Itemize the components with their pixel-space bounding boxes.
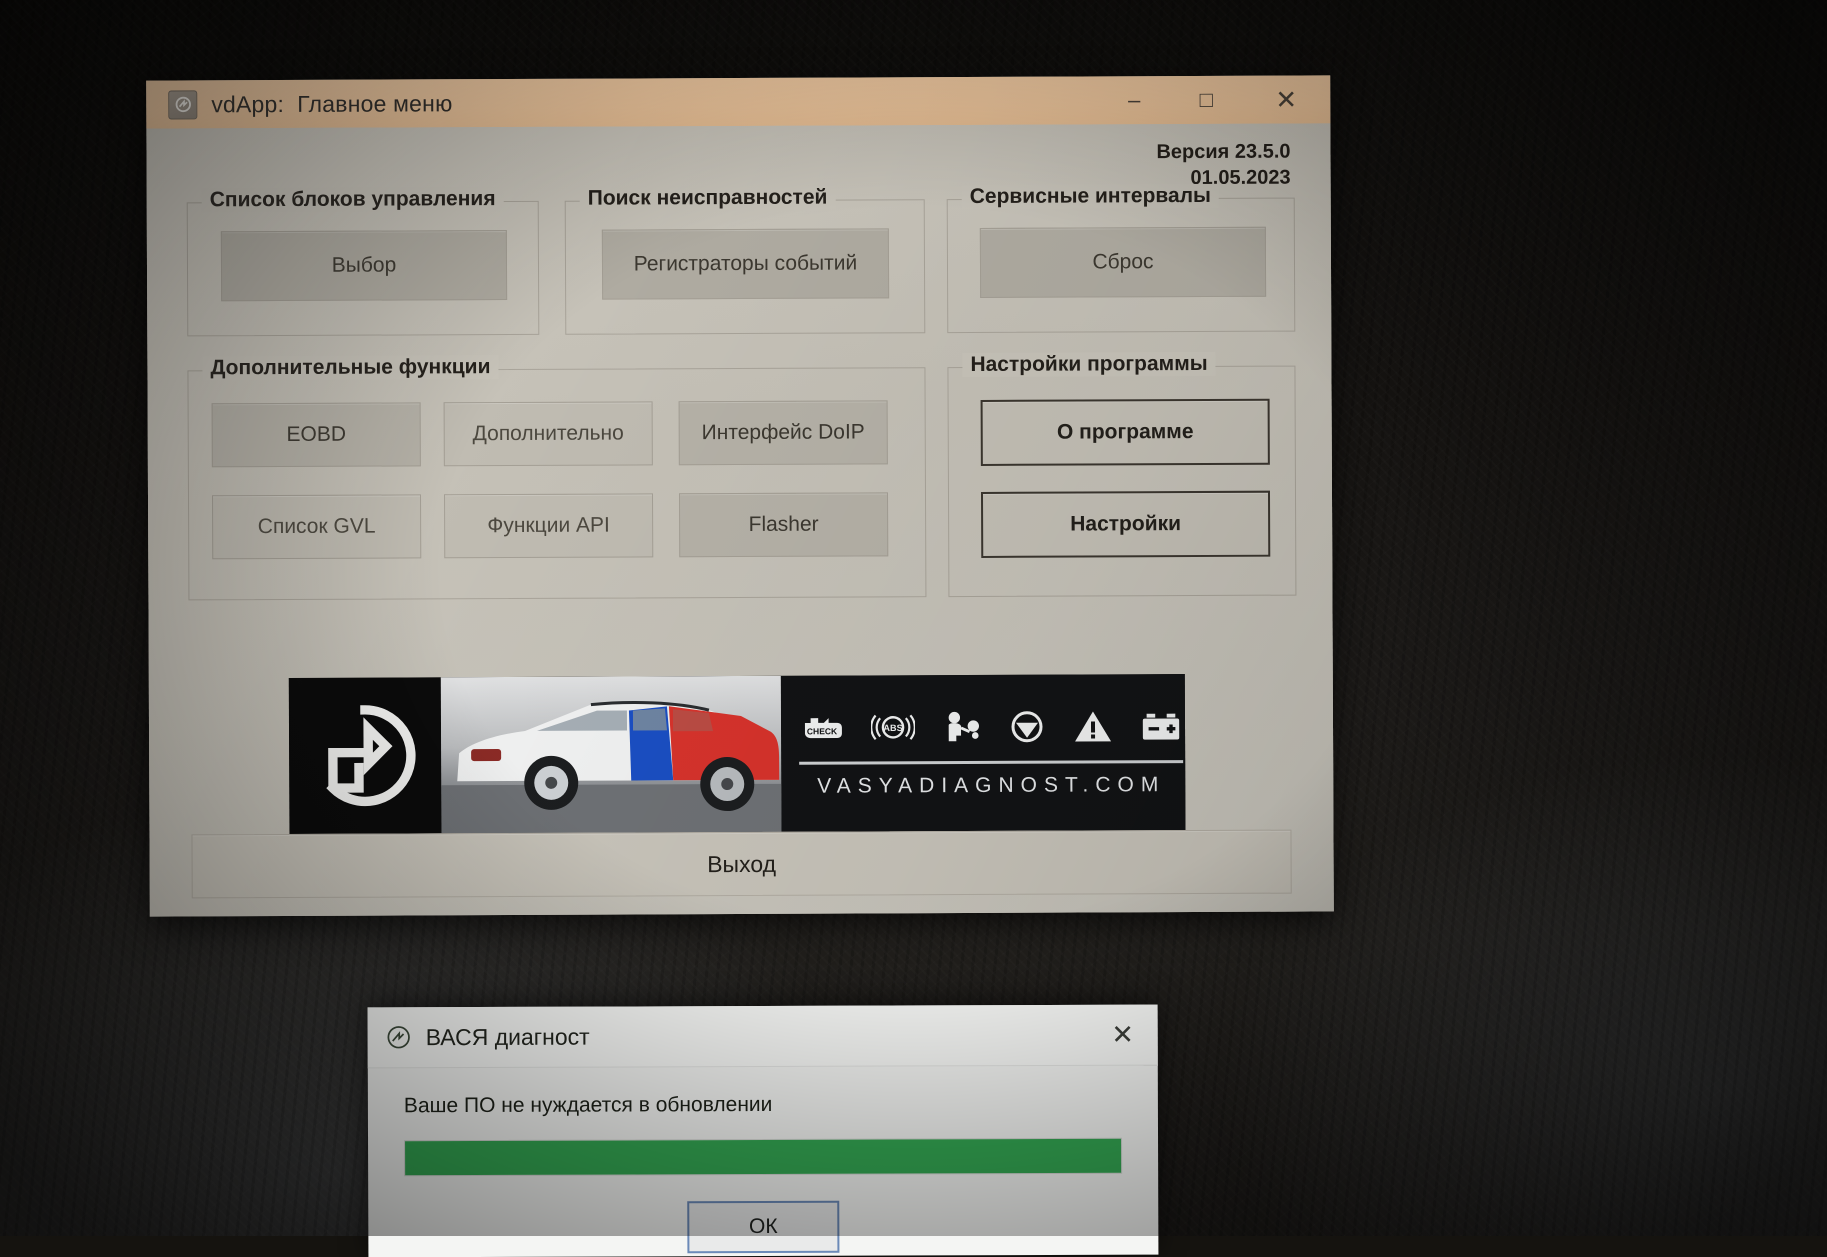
group-program-settings-legend: Настройки программы [962, 351, 1216, 378]
dialog-ok-button[interactable]: ОК [687, 1200, 840, 1254]
api-functions-button[interactable]: Функции API [443, 493, 654, 559]
abs-icon: ABS [870, 709, 916, 750]
dialog-title: ВАСЯ диагност [425, 1023, 590, 1050]
doip-interface-button[interactable]: Интерфейс DoIP [678, 400, 888, 466]
update-progress-fill [405, 1138, 1122, 1176]
check-engine-icon: CHECK [799, 710, 845, 751]
flasher-button[interactable]: Flasher [678, 492, 889, 558]
vasya-diagnost-icon [386, 1024, 412, 1050]
group-ecu-list-legend: Список блоков управления [201, 187, 504, 213]
select-ecu-button[interactable]: Выбор [220, 230, 508, 302]
about-program-button[interactable]: О программе [980, 398, 1270, 466]
battery-icon [1139, 708, 1183, 749]
warning-triangle-icon [1073, 708, 1113, 749]
window-title: vdApp: Главное меню [211, 89, 453, 117]
settings-button[interactable]: Настройки [980, 490, 1271, 558]
maximize-button[interactable]: □ [1170, 76, 1242, 124]
group-extra-functions: Дополнительные функции EOBD Дополнительн… [187, 355, 927, 601]
banner-divider [799, 760, 1184, 765]
banner-url: VASYADIAGNOST.COM [817, 773, 1166, 798]
service-reset-button[interactable]: Сброс [979, 226, 1267, 298]
additional-button[interactable]: Дополнительно [443, 401, 653, 467]
airbag-icon [941, 709, 981, 750]
vasya-diagnost-banner: CHECK ABS VASYADIAGNOST.COM [288, 674, 1186, 834]
skoda-car-photo [440, 675, 782, 834]
window-client-area: Версия 23.5.0 01.05.2023 Список блоков у… [146, 123, 1334, 917]
group-service-intervals-legend: Сервисные интервалы [961, 183, 1220, 210]
dialog-titlebar[interactable]: ВАСЯ диагност ✕ [367, 1004, 1158, 1069]
app-logo-icon [168, 89, 198, 119]
group-ecu-list: Список блоков управления Выбор [186, 187, 540, 337]
group-service-intervals: Сервисные интервалы Сброс [946, 183, 1296, 334]
group-program-settings: Настройки программы О программе Настройк… [947, 351, 1297, 598]
steering-wheel-icon [1007, 708, 1047, 751]
window-titlebar[interactable]: vdApp: Главное меню – □ ✕ [146, 75, 1331, 129]
dialog-body: Ваше ПО не нуждается в обновлении ОК [368, 1066, 1159, 1257]
gvl-list-button[interactable]: Список GVL [211, 494, 422, 560]
update-check-dialog: ВАСЯ диагност ✕ Ваше ПО не нуждается в о… [367, 1004, 1159, 1257]
main-application-window: vdApp: Главное меню – □ ✕ Версия 23.5.0 … [146, 75, 1334, 917]
group-fault-search-legend: Поиск неисправностей [579, 185, 836, 211]
window-controls: – □ ✕ [1098, 75, 1330, 124]
group-fault-search: Поиск неисправностей Регистраторы событи… [564, 185, 926, 335]
svg-text:CHECK: CHECK [807, 726, 838, 736]
dashboard-icons: CHECK ABS [799, 707, 1183, 752]
banner-info: CHECK ABS VASYADIAGNOST.COM [780, 674, 1186, 832]
exit-button[interactable]: Выход [191, 829, 1292, 899]
event-recorders-button[interactable]: Регистраторы событий [601, 228, 890, 300]
dialog-message: Ваше ПО не нуждается в обновлении [403, 1092, 773, 1118]
close-button[interactable]: ✕ [1242, 75, 1330, 123]
update-progress-bar [404, 1137, 1123, 1177]
minimize-button[interactable]: – [1098, 76, 1170, 124]
svg-text:ABS: ABS [883, 723, 902, 733]
vasya-diagnost-logo-icon [288, 677, 442, 834]
group-extra-functions-legend: Дополнительные функции [202, 355, 499, 381]
eobd-button[interactable]: EOBD [211, 402, 421, 468]
dialog-actions: ОК [404, 1174, 1122, 1255]
version-number: Версия 23.5.0 [1156, 140, 1291, 164]
dialog-close-icon[interactable]: ✕ [1088, 1005, 1158, 1065]
